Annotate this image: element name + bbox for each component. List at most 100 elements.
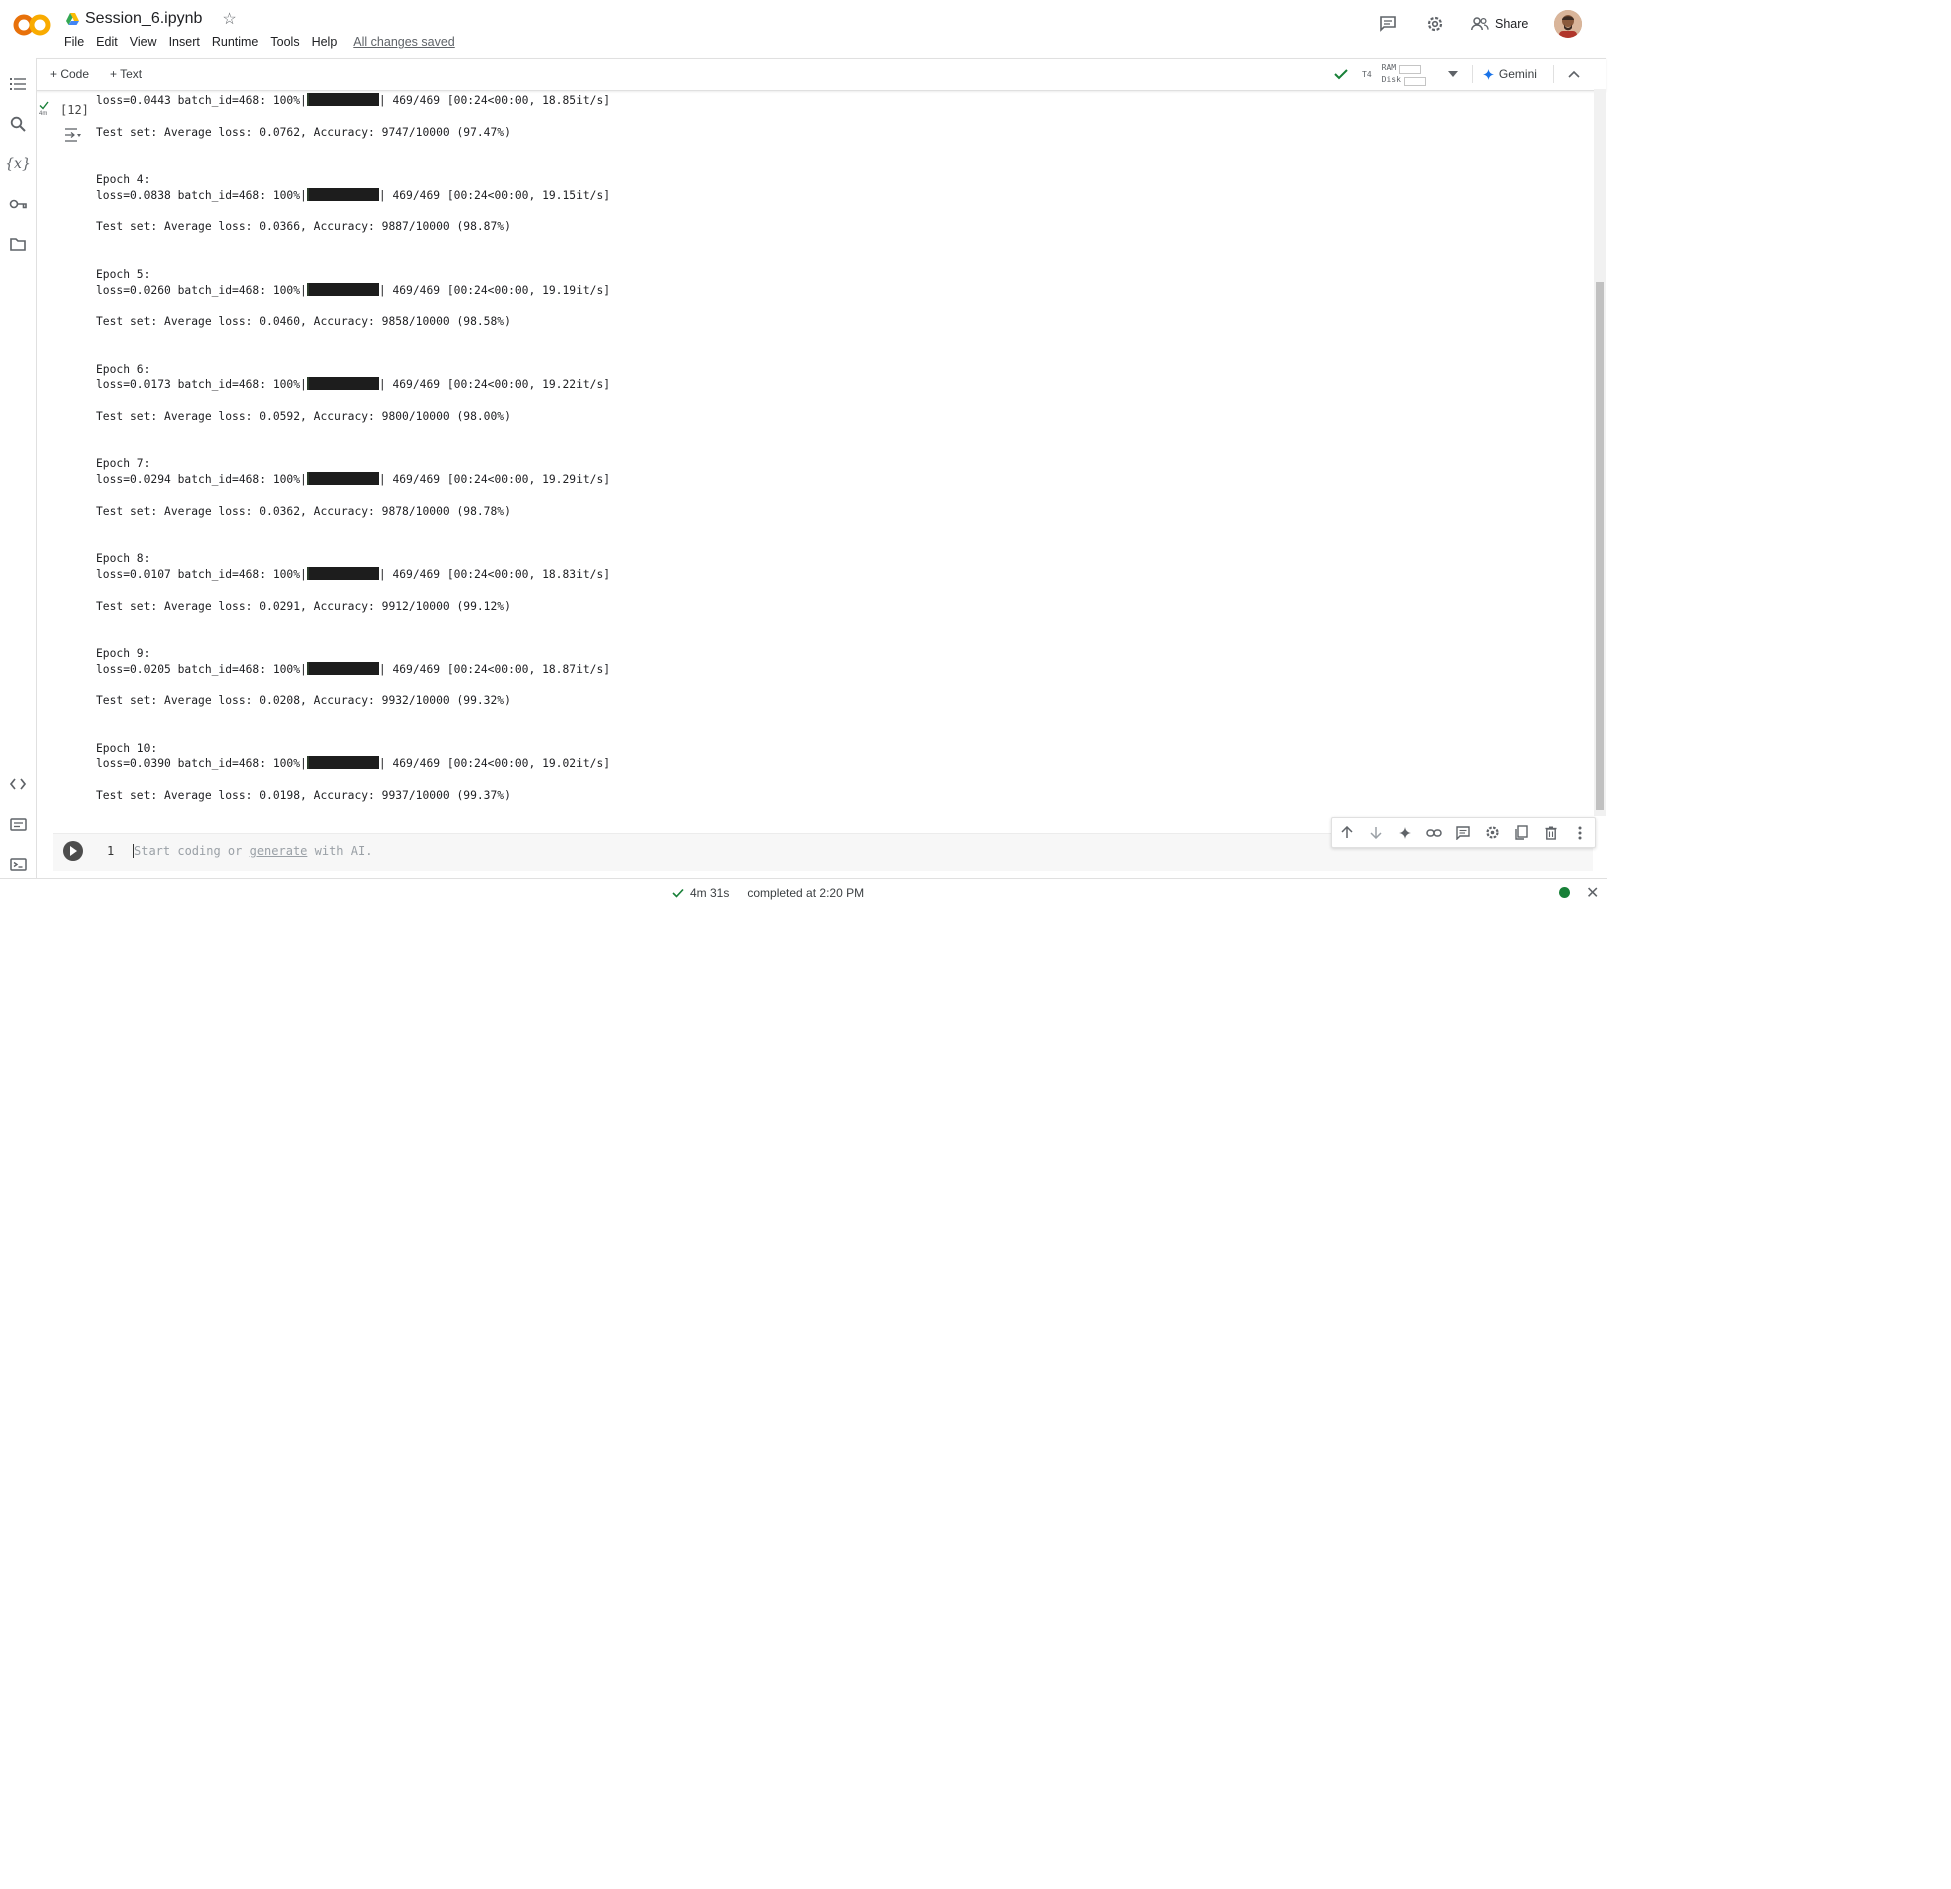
terminal-icon[interactable] bbox=[8, 854, 28, 874]
divider bbox=[1552, 65, 1554, 83]
search-icon[interactable] bbox=[8, 114, 28, 134]
line-number: 1 bbox=[107, 844, 115, 858]
progress-bar bbox=[306, 756, 379, 770]
comment-icon[interactable] bbox=[1454, 824, 1472, 842]
menu-help[interactable]: Help bbox=[312, 35, 338, 49]
output-line: Test set: Average loss: 0.0208, Accuracy… bbox=[96, 694, 511, 708]
output-line: loss=0.0443 batch_id=468: 100%| | 469/469… bbox=[96, 93, 1556, 109]
menu-view[interactable]: View bbox=[130, 35, 157, 49]
code-editor-placeholder[interactable]: Start coding or generate with AI. bbox=[133, 844, 373, 858]
add-code-button[interactable]: + Code bbox=[50, 67, 89, 81]
settings-gear-icon[interactable] bbox=[1423, 12, 1447, 36]
menu-runtime[interactable]: Runtime bbox=[212, 35, 259, 49]
status-check-icon bbox=[672, 888, 684, 898]
runtime-dropdown-icon[interactable] bbox=[1447, 71, 1458, 77]
output-actions-icon[interactable] bbox=[64, 127, 82, 143]
output-line: Epoch 5: bbox=[96, 267, 151, 281]
progress-stats: | 469/469 [00:24<00:00, 19.22it/s] bbox=[378, 378, 611, 392]
link-icon[interactable] bbox=[1425, 824, 1443, 842]
move-down-icon[interactable] bbox=[1367, 824, 1385, 842]
output-line: Test set: Average loss: 0.0291, Accuracy… bbox=[96, 599, 511, 613]
placeholder-suffix: with AI. bbox=[307, 844, 373, 858]
share-button[interactable]: Share bbox=[1471, 17, 1528, 31]
progress-text: loss=0.0173 batch_id=468: 100%| bbox=[96, 378, 307, 392]
close-icon[interactable]: ✕ bbox=[1586, 883, 1599, 903]
output-line: Test set: Average loss: 0.0592, Accuracy… bbox=[96, 409, 511, 423]
table-of-contents-icon[interactable] bbox=[8, 74, 28, 94]
execution-count: [12] bbox=[60, 103, 89, 117]
progress-bar bbox=[306, 661, 379, 675]
output-line: loss=0.0260 batch_id=468: 100%| | 469/469… bbox=[96, 282, 1556, 299]
app-header: Session_6.ipynb ☆ File Edit View Insert … bbox=[0, 0, 1607, 58]
cell-elapsed-label: 4m bbox=[39, 111, 48, 117]
progress-bar bbox=[306, 282, 379, 296]
left-sidebar: {x} bbox=[0, 58, 37, 878]
resource-monitor[interactable]: RAM Disk bbox=[1382, 62, 1426, 86]
add-text-button[interactable]: + Text bbox=[110, 67, 142, 81]
menu-edit[interactable]: Edit bbox=[96, 35, 118, 49]
placeholder-prefix: Start coding or bbox=[134, 844, 250, 858]
run-cell-button[interactable] bbox=[63, 841, 83, 861]
menu-file[interactable]: File bbox=[64, 35, 84, 49]
progress-stats: | 469/469 [00:24<00:00, 19.15it/s] bbox=[378, 188, 611, 202]
execution-status[interactable]: 4m 31s completed at 2:20 PM bbox=[672, 886, 864, 900]
output-line: Test set: Average loss: 0.0762, Accuracy… bbox=[96, 125, 511, 139]
progress-bar bbox=[306, 472, 379, 486]
output-scrollbar-thumb[interactable] bbox=[1596, 282, 1604, 810]
disk-bar bbox=[1403, 76, 1426, 86]
progress-bar bbox=[306, 93, 379, 106]
drive-icon bbox=[66, 13, 79, 25]
menu-insert[interactable]: Insert bbox=[169, 35, 200, 49]
settings-icon[interactable] bbox=[1484, 824, 1502, 842]
collapse-header-icon[interactable] bbox=[1568, 70, 1580, 78]
move-up-icon[interactable] bbox=[1338, 824, 1356, 842]
cell-success-check-icon bbox=[39, 101, 49, 110]
menu-tools[interactable]: Tools bbox=[270, 35, 299, 49]
output-line: loss=0.0173 batch_id=468: 100%| | 469/469… bbox=[96, 377, 1556, 393]
output-line: loss=0.0205 batch_id=468: 100%| | 469/469… bbox=[96, 661, 1556, 678]
more-vert-icon[interactable] bbox=[1571, 824, 1589, 842]
connected-check-icon bbox=[1334, 69, 1348, 80]
secrets-key-icon[interactable] bbox=[8, 194, 28, 214]
notebook-toolbar: + Code + Text T4 RAM Disk Gemini bbox=[36, 58, 1606, 91]
runtime-status-group: T4 RAM Disk Gemini bbox=[1334, 62, 1580, 86]
delete-icon[interactable] bbox=[1542, 824, 1560, 842]
gemini-button[interactable]: Gemini bbox=[1482, 67, 1537, 81]
star-icon[interactable]: ☆ bbox=[222, 9, 236, 29]
progress-stats: | 469/469 [00:24<00:00, 19.02it/s] bbox=[378, 757, 611, 771]
gemini-sparkle-icon bbox=[1482, 68, 1494, 80]
generate-link[interactable]: generate bbox=[250, 844, 308, 858]
output-line: Epoch 6: bbox=[96, 362, 151, 376]
progress-text: loss=0.0107 batch_id=468: 100%| bbox=[96, 567, 307, 581]
notebook-title[interactable]: Session_6.ipynb bbox=[85, 10, 202, 28]
files-folder-icon[interactable] bbox=[8, 234, 28, 254]
user-avatar[interactable] bbox=[1554, 10, 1583, 38]
variables-icon[interactable]: {x} bbox=[5, 154, 31, 174]
save-status-link[interactable]: All changes saved bbox=[353, 35, 454, 49]
runtime-type-label[interactable]: T4 bbox=[1362, 70, 1372, 79]
menu-bar: File Edit View Insert Runtime Tools Help… bbox=[64, 35, 455, 49]
mirror-cell-icon[interactable] bbox=[1513, 824, 1531, 842]
runtime-connected-dot[interactable] bbox=[1559, 887, 1570, 898]
code-snippets-icon[interactable] bbox=[8, 774, 28, 794]
people-icon bbox=[1471, 17, 1489, 31]
ram-bar bbox=[1399, 64, 1422, 74]
colab-logo-icon[interactable] bbox=[13, 13, 51, 37]
progress-text: loss=0.0205 batch_id=468: 100%| bbox=[96, 662, 307, 676]
command-palette-icon[interactable] bbox=[8, 814, 28, 834]
output-line: Test set: Average loss: 0.0362, Accuracy… bbox=[96, 504, 511, 518]
comments-icon[interactable] bbox=[1376, 12, 1400, 36]
gemini-sparkle-icon[interactable] bbox=[1396, 824, 1414, 842]
